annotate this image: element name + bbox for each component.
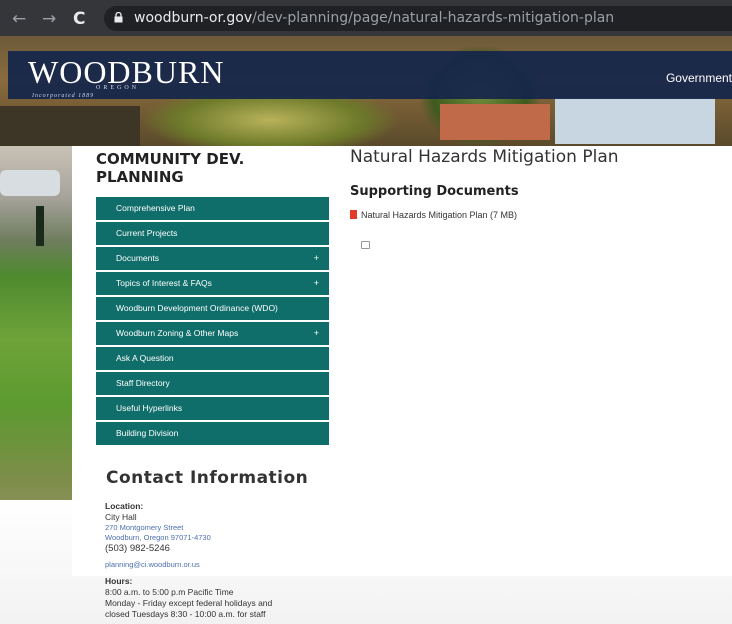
sidebar-item-ask-question[interactable]: Ask A Question: [96, 347, 329, 372]
hero-banner-image: WOODBURN OREGON Incorporated 1889 Govern…: [0, 36, 732, 146]
sidebar-item-label: Building Division: [116, 428, 179, 438]
sidebar-item-comprehensive-plan[interactable]: Comprehensive Plan: [96, 197, 329, 222]
site-logo-tagline: Incorporated 1889: [32, 93, 95, 99]
location-label: Location:: [105, 501, 144, 511]
sidebar-item-label: Ask A Question: [116, 353, 174, 363]
hero-roof: [440, 104, 550, 140]
phone-number: (503) 982-5246: [105, 543, 170, 554]
url-path: /dev-planning/page/natural-hazards-mitig…: [252, 10, 615, 26]
location-name: City Hall: [105, 512, 137, 522]
hours-line: closed Tuesdays 8:30 - 10:00 a.m. for st…: [105, 609, 266, 619]
sidebar-item-label: Current Projects: [116, 228, 178, 238]
address-link[interactable]: 270 Montgomery Street: [105, 523, 335, 533]
background-car: [0, 170, 60, 196]
reload-icon[interactable]: C: [73, 9, 85, 29]
forward-icon[interactable]: →: [42, 9, 56, 29]
expand-icon[interactable]: +: [314, 272, 319, 295]
hero-shadow: [0, 106, 140, 146]
hours-line: 8:00 a.m. to 5:00 p.m Pacific Time: [105, 587, 234, 597]
sidebar-item-topics-faqs[interactable]: Topics of Interest & FAQs +: [96, 272, 329, 297]
contact-title: Contact Information: [106, 468, 309, 488]
document-link[interactable]: Natural Hazards Mitigation Plan (7 MB): [350, 210, 517, 220]
sidebar-item-label: Useful Hyperlinks: [116, 403, 183, 413]
browser-toolbar: ← → C woodburn-or.gov/dev-planning/page/…: [0, 0, 732, 36]
sidebar-item-useful-hyperlinks[interactable]: Useful Hyperlinks: [96, 397, 329, 422]
expand-icon[interactable]: +: [314, 322, 319, 345]
page-title: Natural Hazards Mitigation Plan: [350, 147, 619, 167]
document-link-label[interactable]: Natural Hazards Mitigation Plan (7 MB): [361, 210, 517, 220]
contact-info: Location: City Hall 270 Montgomery Stree…: [105, 501, 335, 620]
address-bar[interactable]: woodburn-or.gov/dev-planning/page/natura…: [104, 6, 732, 31]
hours-line: Monday - Friday except federal holidays …: [105, 598, 273, 608]
site-header-bar: WOODBURN OREGON Incorporated 1889 Govern…: [8, 51, 732, 99]
sidebar-item-current-projects[interactable]: Current Projects: [96, 222, 329, 247]
pdf-icon: [350, 210, 357, 219]
sidebar-item-wdo[interactable]: Woodburn Development Ordinance (WDO): [96, 297, 329, 322]
sidebar-item-building-division[interactable]: Building Division: [96, 422, 329, 447]
sidebar-item-zoning-maps[interactable]: Woodburn Zoning & Other Maps +: [96, 322, 329, 347]
sidebar-item-documents[interactable]: Documents +: [96, 247, 329, 272]
email-link[interactable]: planning@ci.woodburn.or.us: [105, 560, 335, 570]
background-post: [36, 206, 44, 246]
sidebar-item-staff-directory[interactable]: Staff Directory: [96, 372, 329, 397]
section-subtitle: Supporting Documents: [350, 184, 519, 199]
back-icon[interactable]: ←: [12, 9, 26, 29]
sidebar-menu: Comprehensive Plan Current Projects Docu…: [96, 197, 329, 447]
sidebar-item-label: Woodburn Development Ordinance (WDO): [116, 303, 278, 313]
hours-label: Hours:: [105, 576, 133, 586]
site-logo-subtitle: OREGON: [96, 85, 139, 91]
print-icon[interactable]: [361, 241, 370, 249]
url-domain: woodburn-or.gov: [134, 10, 253, 26]
lock-icon: [114, 12, 123, 23]
expand-icon[interactable]: +: [314, 247, 319, 270]
address-city-link[interactable]: Woodburn, Oregon 97071-4730: [105, 533, 335, 543]
url-text: woodburn-or.gov/dev-planning/page/natura…: [134, 10, 614, 26]
section-title: COMMUNITY DEV. PLANNING: [96, 150, 245, 186]
sidebar-item-label: Topics of Interest & FAQs: [116, 278, 212, 288]
hero-palm: [140, 96, 400, 146]
sidebar-item-label: Documents: [116, 253, 159, 263]
sidebar-item-label: Staff Directory: [116, 378, 170, 388]
nav-government[interactable]: Government: [666, 71, 732, 85]
hero-building: [555, 98, 715, 144]
sidebar-item-label: Woodburn Zoning & Other Maps: [116, 328, 239, 338]
sidebar-item-label: Comprehensive Plan: [116, 203, 195, 213]
